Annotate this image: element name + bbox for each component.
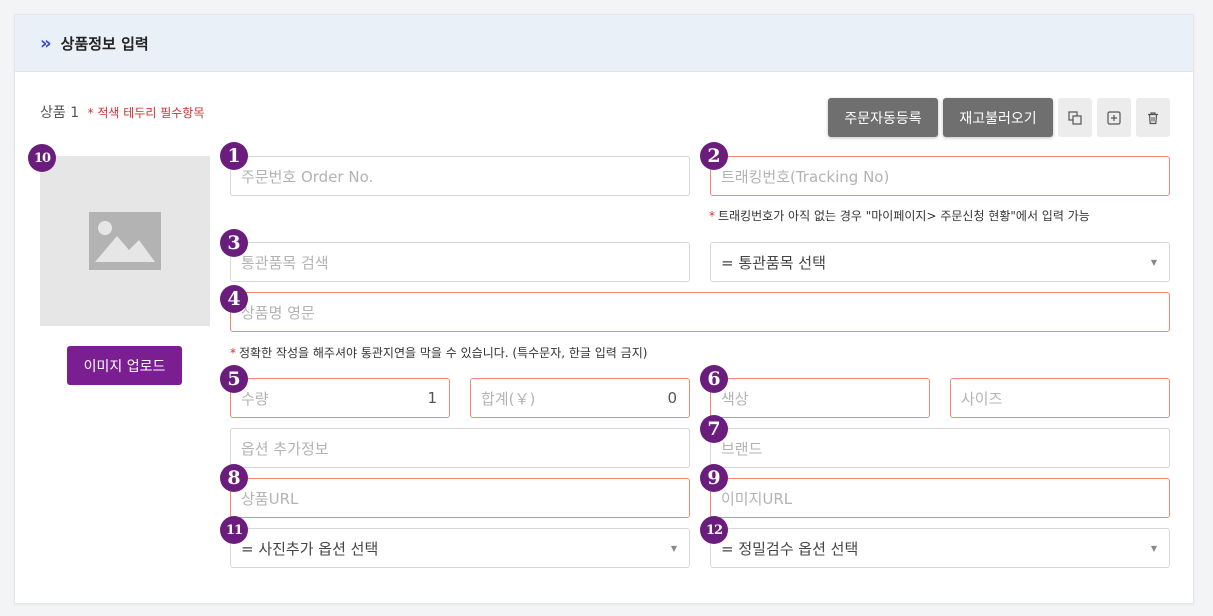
order-auto-register-button[interactable]: 주문자동등록 xyxy=(828,98,938,137)
customs-item-select[interactable]: = 통관품목 선택 ▼ xyxy=(710,242,1170,282)
product-image-placeholder[interactable] xyxy=(40,156,210,326)
customs-item-select-value: = 통관품목 선택 xyxy=(721,253,826,272)
marker-9: 9 xyxy=(700,464,728,492)
image-upload-button[interactable]: 이미지 업로드 xyxy=(67,346,182,385)
photo-option-select[interactable]: = 사진추가 옵션 선택 ▼ xyxy=(230,528,690,568)
required-note: * 적색 테두리 필수항목 xyxy=(87,106,205,120)
marker-8: 8 xyxy=(220,464,248,492)
product-number-label: 상품 1 xyxy=(40,105,80,121)
double-chevron-right-icon: » xyxy=(40,32,52,54)
inspection-option-select[interactable]: = 정밀검수 옵션 선택 ▼ xyxy=(710,528,1170,568)
brand-input[interactable]: 브랜드 xyxy=(710,428,1170,468)
product-url-input[interactable]: 상품URL xyxy=(230,478,690,518)
page-title: 상품정보 입력 xyxy=(60,34,149,53)
trash-icon xyxy=(1148,111,1158,124)
tracking-note-text: 트래킹번호가 아직 없는 경우 "마이페이지> 주문신청 현황"에서 입력 가능 xyxy=(718,209,1090,223)
marker-12: 12 xyxy=(700,516,728,544)
inspection-option-select-value: = 정밀검수 옵션 선택 xyxy=(721,539,859,558)
total-input[interactable]: 합계(￥) 0 xyxy=(470,378,690,418)
copy-button[interactable] xyxy=(1058,98,1092,137)
caret-down-icon: ▼ xyxy=(1150,543,1157,553)
load-inventory-button[interactable]: 재고불러오기 xyxy=(943,98,1053,137)
marker-3: 3 xyxy=(220,229,248,257)
product-info-card: » 상품정보 입력 상품 1 * 적색 테두리 필수항목 주문자동등록 재고불러… xyxy=(14,14,1194,604)
marker-7: 7 xyxy=(700,415,728,443)
quantity-input[interactable]: 수량 1 xyxy=(230,378,450,418)
marker-11: 11 xyxy=(220,516,248,544)
customs-item-search-input[interactable]: 통관품목 검색 xyxy=(230,242,690,282)
card-header: » 상품정보 입력 xyxy=(15,15,1193,72)
marker-2: 2 xyxy=(700,142,728,170)
image-url-input[interactable]: 이미지URL xyxy=(710,478,1170,518)
marker-5: 5 xyxy=(220,365,248,393)
option-info-input[interactable]: 옵션 추가정보 xyxy=(230,428,690,468)
quantity-placeholder: 수량 xyxy=(241,389,269,408)
total-placeholder: 합계(￥) xyxy=(481,389,536,408)
quantity-value: 1 xyxy=(427,389,437,407)
tracking-note: * 트래킹번호가 아직 없는 경우 "마이페이지> 주문신청 현황"에서 입력 가… xyxy=(709,209,1090,223)
total-value: 0 xyxy=(667,389,677,407)
product-name-note-text: 정확한 작성을 해주셔야 통관지연을 막을 수 있습니다. (특수문자, 한글 … xyxy=(239,346,648,360)
tracking-no-input[interactable]: 트래킹번호(Tracking No) xyxy=(710,156,1170,196)
image-icon xyxy=(89,212,161,270)
product-name-note: * 정확한 작성을 해주셔야 통관지연을 막을 수 있습니다. (특수문자, 한글… xyxy=(230,346,648,360)
product-name-en-input[interactable]: 상품명 영문 xyxy=(230,292,1170,332)
product-label: 상품 1 * 적색 테두리 필수항목 xyxy=(40,102,204,122)
delete-button[interactable] xyxy=(1136,98,1170,137)
marker-6: 6 xyxy=(700,365,728,393)
copy-icon xyxy=(1068,110,1082,125)
size-input[interactable]: 사이즈 xyxy=(950,378,1170,418)
color-input[interactable]: 색상 xyxy=(710,378,930,418)
marker-10: 10 xyxy=(28,144,56,172)
order-no-input[interactable]: 주문번호 Order No. xyxy=(230,156,690,196)
add-button[interactable] xyxy=(1097,98,1131,137)
marker-4: 4 xyxy=(220,285,248,313)
caret-down-icon: ▼ xyxy=(670,543,677,553)
photo-option-select-value: = 사진추가 옵션 선택 xyxy=(241,539,379,558)
caret-down-icon: ▼ xyxy=(1150,257,1157,267)
marker-1: 1 xyxy=(220,142,248,170)
add-square-icon xyxy=(1107,110,1121,125)
